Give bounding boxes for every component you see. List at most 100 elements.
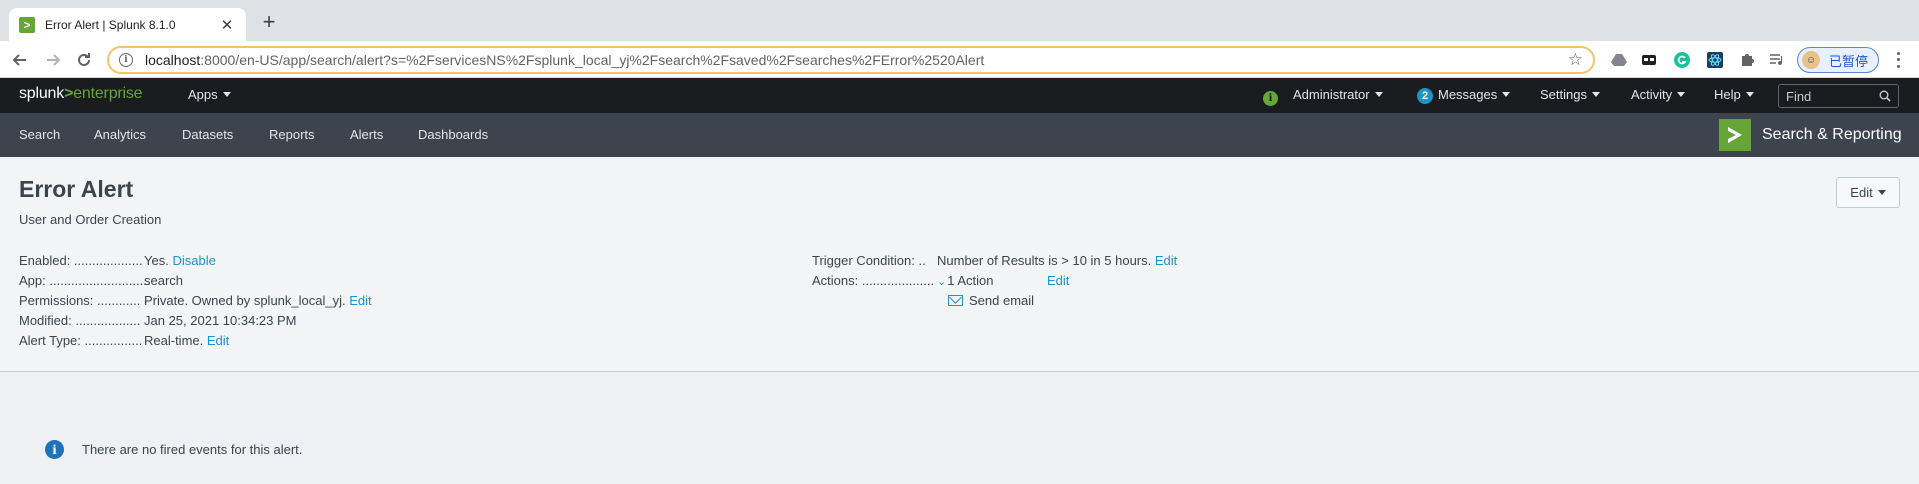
splunk-logo[interactable]: splunk>enterprise xyxy=(19,85,143,103)
edit-dropdown-button[interactable]: Edit xyxy=(1836,177,1900,208)
nav-datasets[interactable]: Datasets xyxy=(182,127,233,142)
extensions-puzzle-icon[interactable] xyxy=(1738,51,1756,69)
splunk-favicon-icon: > xyxy=(19,16,35,33)
apps-menu[interactable]: Apps xyxy=(188,87,231,102)
logo-splunk: splunk xyxy=(19,85,65,102)
caret-down-icon xyxy=(1677,92,1686,97)
help-menu[interactable]: Help xyxy=(1714,87,1754,102)
detail-app: App: ............................ search xyxy=(19,273,619,289)
trigger-edit-link[interactable]: Edit xyxy=(1155,253,1177,268)
site-info-icon[interactable]: i xyxy=(119,53,133,67)
messages-label: Messages xyxy=(1438,87,1498,102)
app-logo-icon[interactable] xyxy=(1719,119,1751,151)
new-tab-button[interactable]: + xyxy=(257,11,281,35)
caret-down-icon xyxy=(222,92,231,97)
drive-extension-icon[interactable] xyxy=(1610,51,1628,69)
administrator-label: Administrator xyxy=(1293,87,1370,102)
browser-menu-icon[interactable] xyxy=(1890,50,1906,70)
envelope-icon xyxy=(948,295,963,306)
alert-type-label: Alert Type: ................ xyxy=(19,333,143,348)
detail-actions: Actions: .................... ⌄1 Action … xyxy=(812,273,1512,289)
browser-tab-strip: > Error Alert | Splunk 8.1.0 ✕ + xyxy=(0,0,1919,41)
tab-close-icon[interactable]: ✕ xyxy=(218,16,236,34)
caret-down-icon xyxy=(1877,190,1886,195)
detail-enabled: Enabled: ................... Yes. Disabl… xyxy=(19,253,619,269)
reload-button[interactable] xyxy=(73,49,95,71)
trigger-label: Trigger Condition: .. xyxy=(812,253,926,268)
logo-enterprise: enterprise xyxy=(73,85,143,102)
send-email-label: Send email xyxy=(969,293,1035,308)
actions-toggle[interactable]: ⌄1 Action xyxy=(937,273,993,288)
address-bar[interactable]: i localhost:8000/en-US/app/search/alert?… xyxy=(107,46,1595,74)
enabled-label: Enabled: ................... xyxy=(19,253,143,268)
forward-button[interactable] xyxy=(42,49,64,71)
modified-value: Jan 25, 2021 10:34:23 PM xyxy=(144,313,297,328)
detail-modified: Modified: .................. Jan 25, 202… xyxy=(19,313,619,329)
bookmark-star-icon[interactable]: ☆ xyxy=(1568,50,1583,70)
health-status-icon[interactable]: i xyxy=(1263,91,1278,106)
actions-edit-link[interactable]: Edit xyxy=(1047,273,1069,288)
url-path: :8000/en-US/app/search/alert?s=%2Fservic… xyxy=(200,52,985,68)
nav-dashboards[interactable]: Dashboards xyxy=(418,127,488,142)
permissions-value: Private. Owned by splunk_local_yj. xyxy=(144,293,346,308)
caret-down-icon xyxy=(1502,92,1511,97)
activity-label: Activity xyxy=(1631,87,1673,102)
page-title: Error Alert xyxy=(19,176,134,202)
find-placeholder: Find xyxy=(1786,88,1812,104)
apps-label: Apps xyxy=(188,87,218,102)
app-value: search xyxy=(144,273,184,288)
profile-status-label: 已暂停 xyxy=(1829,53,1869,69)
find-input[interactable]: Find xyxy=(1778,84,1899,108)
detail-permissions: Permissions: ............ Private. Owned… xyxy=(19,293,619,309)
profile-avatar-icon: ☺ xyxy=(1802,51,1820,69)
alert-description: User and Order Creation xyxy=(19,212,162,227)
info-icon: i xyxy=(45,440,64,459)
permissions-edit-link[interactable]: Edit xyxy=(349,293,371,308)
alert-type-edit-link[interactable]: Edit xyxy=(207,333,229,348)
messages-menu[interactable]: 2 Messages xyxy=(1417,87,1511,104)
profile-button[interactable]: ☺ 已暂停 xyxy=(1797,47,1879,73)
alert-type-value: Real-time. xyxy=(144,333,204,348)
nav-alerts[interactable]: Alerts xyxy=(350,127,383,142)
back-button[interactable] xyxy=(9,49,31,71)
nav-search[interactable]: Search xyxy=(19,127,60,142)
browser-toolbar: i localhost:8000/en-US/app/search/alert?… xyxy=(0,41,1919,78)
disable-link[interactable]: Disable xyxy=(172,253,215,268)
extension-mask-icon[interactable] xyxy=(1640,51,1658,69)
splunk-bar: splunk>enterprise Apps i Administrator 2M… xyxy=(0,78,1919,113)
browser-tab[interactable]: > Error Alert | Splunk 8.1.0 ✕ xyxy=(9,8,246,41)
detail-alert-type: Alert Type: ................ Real-time. … xyxy=(19,333,619,349)
search-icon[interactable] xyxy=(1879,90,1891,102)
activity-menu[interactable]: Activity xyxy=(1631,87,1686,102)
nav-reports[interactable]: Reports xyxy=(269,127,315,142)
enabled-value: Yes. xyxy=(144,253,169,268)
app-name[interactable]: Search & Reporting xyxy=(1762,126,1902,144)
caret-down-icon xyxy=(1374,92,1383,97)
actions-value: 1 Action xyxy=(947,273,994,288)
messages-count-badge: 2 xyxy=(1417,88,1433,104)
grammarly-extension-icon[interactable] xyxy=(1673,51,1691,69)
no-fired-events-message: There are no fired events for this alert… xyxy=(82,442,303,457)
actions-label: Actions: .................... xyxy=(812,273,935,288)
permissions-label: Permissions: ............ xyxy=(19,293,141,308)
nav-analytics[interactable]: Analytics xyxy=(94,127,146,142)
app-label: App: ............................ xyxy=(19,273,151,288)
help-label: Help xyxy=(1714,87,1741,102)
back-arrow-icon xyxy=(12,54,26,66)
app-bar: Search Analytics Datasets Reports Alerts… xyxy=(0,113,1919,157)
logo-gt: > xyxy=(64,85,74,102)
media-playlist-icon[interactable] xyxy=(1768,51,1786,69)
trigger-value: Number of Results is > 10 in 5 hours. xyxy=(937,253,1152,268)
modified-label: Modified: .................. xyxy=(19,313,141,328)
forward-arrow-icon xyxy=(47,54,61,66)
action-send-email: Send email xyxy=(948,293,1248,309)
settings-label: Settings xyxy=(1540,87,1587,102)
detail-trigger-condition: Trigger Condition: .. Number of Results … xyxy=(812,253,1512,269)
chevron-down-icon: ⌄ xyxy=(937,276,947,288)
tab-title: Error Alert | Splunk 8.1.0 xyxy=(45,17,176,32)
caret-down-icon xyxy=(1591,92,1600,97)
settings-menu[interactable]: Settings xyxy=(1540,87,1600,102)
react-devtools-extension-icon[interactable] xyxy=(1706,51,1724,69)
administrator-menu[interactable]: i Administrator xyxy=(1263,87,1383,106)
url-text[interactable]: localhost:8000/en-US/app/search/alert?s=… xyxy=(145,52,1568,68)
